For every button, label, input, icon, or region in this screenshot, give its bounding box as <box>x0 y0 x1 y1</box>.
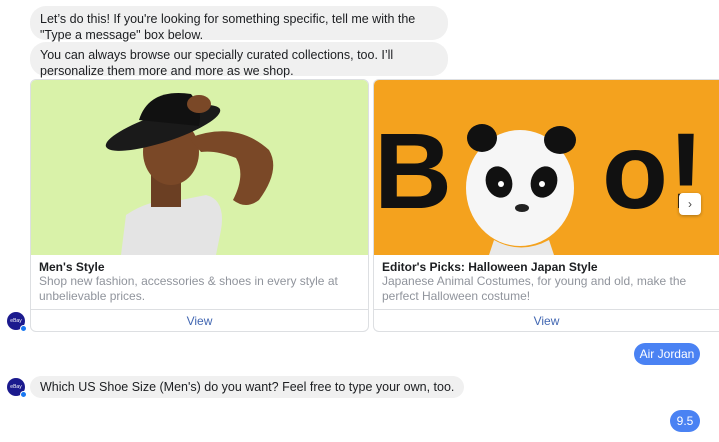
bot-message-shoe-size: Which US Shoe Size (Men's) do you want? … <box>30 376 465 398</box>
messenger-badge-icon <box>20 391 27 398</box>
collection-card-mens-style[interactable]: Men's Style Shop new fashion, accessorie… <box>30 79 369 332</box>
avatar-label: eBay <box>10 318 22 324</box>
bot-message-intro: Let’s do this! If you're looking for som… <box>30 6 448 42</box>
carousel-next-button[interactable]: › <box>679 193 701 215</box>
collection-card-halloween[interactable]: B o! Editor's Picks: Halloween Japan Sty… <box>373 79 719 332</box>
bot-message-collections: You can always browse our specially cura… <box>30 42 448 78</box>
card-subtitle: Shop new fashion, accessories & shoes in… <box>39 274 338 303</box>
avatar: eBay <box>7 378 27 398</box>
user-message: Air Jordan <box>634 343 700 365</box>
avatar-label: eBay <box>10 384 22 390</box>
card-subtitle: Japanese Animal Costumes, for young and … <box>382 274 687 303</box>
view-button[interactable]: View <box>374 310 719 331</box>
halloween-image: B o! <box>374 80 719 255</box>
avatar: eBay <box>7 312 27 332</box>
card-title: Men's Style <box>39 260 105 274</box>
view-button[interactable]: View <box>31 310 368 331</box>
card-title: Editor's Picks: Halloween Japan Style <box>382 260 598 274</box>
chevron-right-icon: › <box>688 197 692 211</box>
messenger-badge-icon <box>20 325 27 332</box>
mens-style-image <box>31 80 368 255</box>
user-message: 9.5 <box>670 410 700 432</box>
